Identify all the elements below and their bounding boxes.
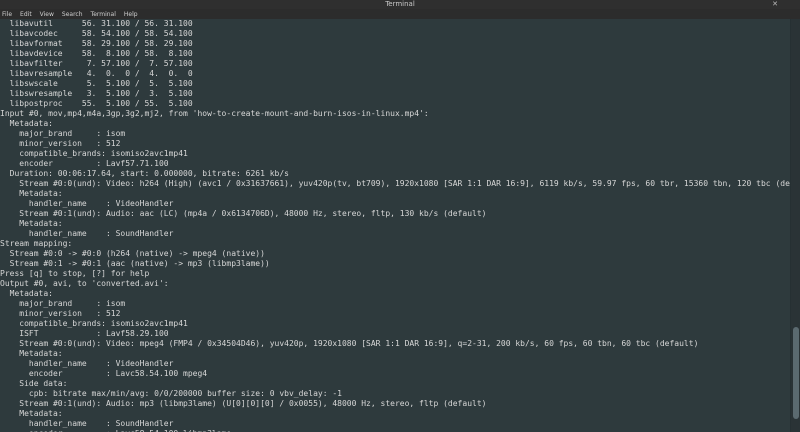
terminal-line: libswscale 5. 5.100 / 5. 5.100: [0, 79, 193, 88]
close-icon[interactable]: ✕: [772, 0, 778, 9]
terminal-line: libavresample 4. 0. 0 / 4. 0. 0: [0, 69, 193, 78]
terminal-line: libswresample 3. 5.100 / 3. 5.100: [0, 89, 193, 98]
terminal-line: libavformat 58. 29.100 / 58. 29.100: [0, 39, 193, 48]
terminal-line: Stream #0:0(und): Video: h264 (High) (av…: [0, 179, 791, 188]
terminal-line: Press [q] to stop, [?] for help: [0, 269, 150, 278]
terminal-line: Metadata:: [0, 219, 63, 228]
menu-terminal[interactable]: Terminal: [91, 10, 116, 19]
terminal-line: Metadata:: [0, 289, 53, 298]
terminal-line: Stream #0:1(und): Audio: mp3 (libmp3lame…: [0, 399, 487, 408]
menu-bar: File Edit View Search Terminal Help: [0, 9, 800, 19]
terminal-line: handler_name : SoundHandler: [0, 229, 174, 238]
terminal-output: libavutil 56. 31.100 / 56. 31.100 libavc…: [0, 19, 791, 432]
terminal-line: libavcodec 58. 54.100 / 58. 54.100: [0, 29, 193, 38]
terminal-line: cpb: bitrate max/min/avg: 0/0/200000 buf…: [0, 389, 342, 398]
terminal-line: libavutil 56. 31.100 / 56. 31.100: [0, 19, 193, 28]
terminal-line: Input #0, mov,mp4,m4a,3gp,3g2,mj2, from …: [0, 109, 429, 118]
terminal-line: encoder : Lavf57.71.100: [0, 159, 169, 168]
terminal-line: Duration: 00:06:17.64, start: 0.000000, …: [0, 169, 289, 178]
terminal-viewport[interactable]: libavutil 56. 31.100 / 56. 31.100 libavc…: [0, 19, 791, 432]
terminal-line: encoder : Lavc58.54.100 mpeg4: [0, 369, 208, 378]
terminal-line: minor_version : 512: [0, 309, 121, 318]
terminal-line: handler_name : VideoHandler: [0, 359, 174, 368]
menu-view[interactable]: View: [40, 10, 54, 19]
terminal-line: Stream #0:0 -> #0:0 (h264 (native) -> mp…: [0, 249, 265, 258]
terminal-line: Stream mapping:: [0, 239, 73, 248]
terminal-line: handler_name : SoundHandler: [0, 419, 174, 428]
terminal-line: libpostproc 55. 5.100 / 55. 5.100: [0, 99, 193, 108]
menu-edit[interactable]: Edit: [20, 10, 32, 19]
terminal-line: Metadata:: [0, 349, 63, 358]
terminal-line: Output #0, avi, to 'converted.avi':: [0, 279, 169, 288]
menu-search[interactable]: Search: [62, 10, 83, 19]
terminal-line: libavfilter 7. 57.100 / 7. 57.100: [0, 59, 193, 68]
terminal-line: major_brand : isom: [0, 129, 126, 138]
terminal-line: Stream #0:1 -> #0:1 (aac (native) -> mp3…: [0, 259, 270, 268]
terminal-line: ISFT : Lavf58.29.100: [0, 329, 169, 338]
menu-help[interactable]: Help: [124, 10, 138, 19]
menu-file[interactable]: File: [2, 10, 12, 19]
terminal-line: Metadata:: [0, 189, 63, 198]
terminal-line: Metadata:: [0, 409, 63, 418]
scrollbar-thumb[interactable]: [793, 327, 799, 419]
terminal-line: major_brand : isom: [0, 299, 126, 308]
terminal-line: Stream #0:0(und): Video: mpeg4 (FMP4 / 0…: [0, 339, 699, 348]
terminal-line: Stream #0:1(und): Audio: aac (LC) (mp4a …: [0, 209, 487, 218]
terminal-line: compatible_brands: isomiso2avc1mp41: [0, 319, 188, 328]
terminal-line: handler_name : VideoHandler: [0, 199, 174, 208]
terminal-line: Side data:: [0, 379, 68, 388]
terminal-line: minor_version : 512: [0, 139, 121, 148]
window-title: Terminal: [385, 0, 415, 8]
terminal-line: libavdevice 58. 8.100 / 58. 8.100: [0, 49, 193, 58]
terminal-line: compatible_brands: isomiso2avc1mp41: [0, 149, 188, 158]
terminal-line: Metadata:: [0, 119, 53, 128]
